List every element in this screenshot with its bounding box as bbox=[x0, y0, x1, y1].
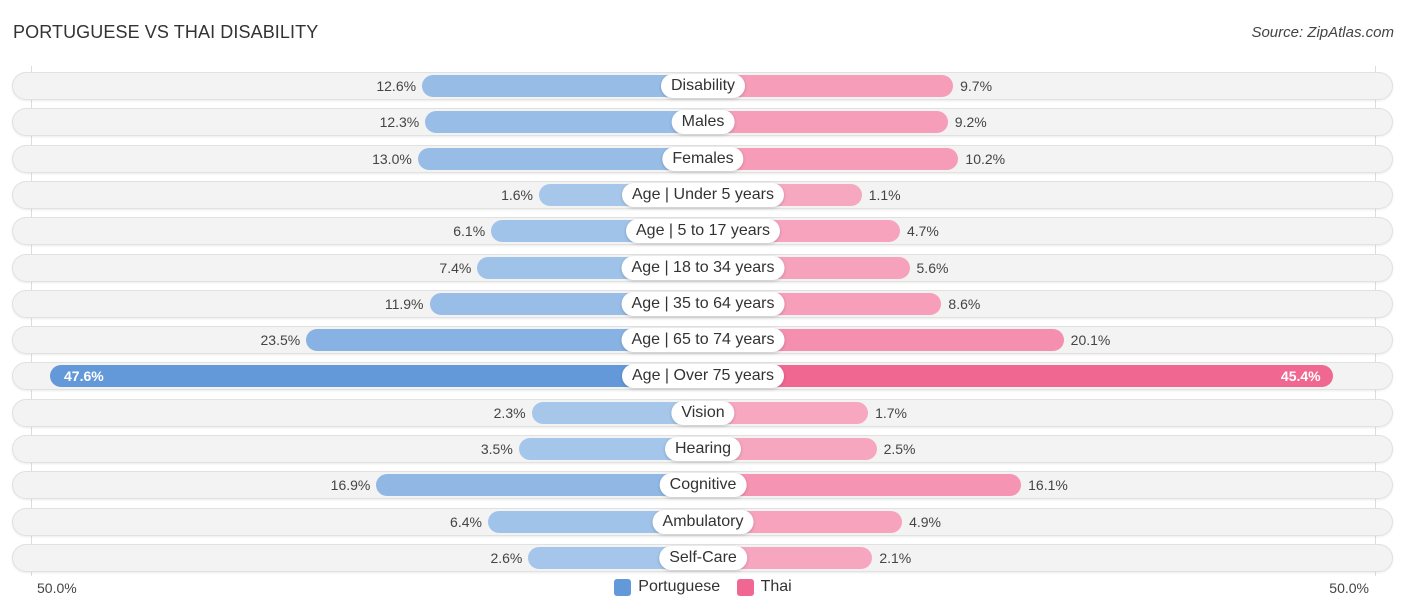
value-label-portuguese: 12.3% bbox=[379, 114, 420, 130]
category-label: Males bbox=[671, 110, 735, 134]
value-label-thai: 5.6% bbox=[916, 260, 949, 276]
bar-portuguese[interactable] bbox=[376, 474, 703, 496]
value-label-thai: 16.1% bbox=[1028, 477, 1068, 493]
bar-portuguese[interactable] bbox=[425, 111, 703, 133]
value-label-thai: 1.1% bbox=[868, 187, 901, 203]
value-label-portuguese: 1.6% bbox=[501, 187, 533, 203]
category-label: Age | 5 to 17 years bbox=[625, 219, 781, 243]
row-vision: 2.3% 1.7% Vision bbox=[12, 399, 1393, 427]
legend-item-thai[interactable]: Thai bbox=[736, 578, 792, 596]
row-ambulatory: 6.4% 4.9% Ambulatory bbox=[12, 508, 1393, 536]
category-label: Age | 35 to 64 years bbox=[621, 292, 785, 316]
right-gridline bbox=[1375, 66, 1376, 576]
value-label-portuguese: 7.4% bbox=[439, 260, 472, 276]
row-females: 13.0% 10.2% Females bbox=[12, 145, 1393, 173]
value-label-thai: 8.6% bbox=[948, 296, 981, 312]
row-age-18-to-34-years: 7.4% 5.6% Age | 18 to 34 years bbox=[12, 254, 1393, 282]
row-males: 12.3% 9.2% Males bbox=[12, 108, 1393, 136]
value-label-portuguese: 3.5% bbox=[480, 441, 513, 457]
legend-label-thai: Thai bbox=[760, 578, 792, 595]
category-label: Disability bbox=[660, 74, 746, 98]
bar-portuguese[interactable] bbox=[417, 148, 703, 170]
row-age-over-75-years: 47.6% 45.4% Age | Over 75 years bbox=[12, 362, 1393, 390]
value-label-portuguese: 2.6% bbox=[490, 550, 523, 566]
value-label-thai: 2.5% bbox=[883, 441, 916, 457]
value-label-thai: 4.9% bbox=[909, 514, 941, 530]
value-label-thai: 4.7% bbox=[906, 223, 939, 239]
value-label-portuguese: 11.9% bbox=[384, 296, 424, 312]
row-cognitive: 16.9% 16.1% Cognitive bbox=[12, 471, 1393, 499]
chart-title: PORTUGUESE VS THAI DISABILITY bbox=[13, 22, 319, 42]
category-label: Hearing bbox=[664, 437, 742, 461]
source-credit: Source: ZipAtlas.com bbox=[1251, 24, 1394, 41]
bar-thai[interactable] bbox=[703, 474, 1022, 496]
value-label-portuguese: 47.6% bbox=[64, 368, 104, 384]
value-label-portuguese: 12.6% bbox=[376, 78, 417, 94]
value-label-portuguese: 6.4% bbox=[450, 514, 482, 530]
category-label: Cognitive bbox=[659, 473, 747, 497]
row-self-care: 2.6% 2.1% Self-Care bbox=[12, 544, 1393, 572]
legend-swatch-thai bbox=[736, 578, 754, 596]
legend-item-portuguese[interactable]: Portuguese bbox=[614, 578, 720, 596]
value-label-thai: 9.7% bbox=[960, 78, 993, 94]
bar-thai[interactable] bbox=[703, 365, 1333, 387]
row-age-65-to-74-years: 23.5% 20.1% Age | 65 to 74 years bbox=[12, 326, 1393, 354]
row-age-5-to-17-years: 6.1% 4.7% Age | 5 to 17 years bbox=[12, 217, 1393, 245]
category-label: Females bbox=[662, 147, 744, 171]
row-age-35-to-64-years: 11.9% 8.6% Age | 35 to 64 years bbox=[12, 290, 1393, 318]
value-label-portuguese: 23.5% bbox=[260, 332, 301, 348]
category-label: Ambulatory bbox=[652, 510, 754, 534]
value-label-portuguese: 2.3% bbox=[493, 405, 526, 421]
row-hearing: 3.5% 2.5% Hearing bbox=[12, 435, 1393, 463]
category-label: Age | 18 to 34 years bbox=[621, 256, 785, 280]
bar-thai[interactable] bbox=[703, 111, 948, 133]
value-label-portuguese: 16.9% bbox=[330, 477, 371, 493]
value-label-thai: 1.7% bbox=[875, 405, 907, 421]
category-label: Self-Care bbox=[659, 546, 747, 570]
category-label: Age | Under 5 years bbox=[621, 183, 785, 207]
row-disability: 12.6% 9.7% Disability bbox=[12, 72, 1393, 100]
category-label: Age | Over 75 years bbox=[622, 364, 784, 388]
legend-label-portuguese: Portuguese bbox=[638, 578, 721, 595]
legend: Portuguese Thai bbox=[0, 578, 1406, 601]
value-label-thai: 45.4% bbox=[1280, 368, 1321, 384]
value-label-thai: 10.2% bbox=[965, 151, 1006, 167]
category-label: Age | 65 to 74 years bbox=[621, 328, 785, 352]
left-gridline bbox=[31, 66, 32, 576]
category-label: Vision bbox=[671, 401, 735, 425]
value-label-portuguese: 6.1% bbox=[453, 223, 486, 239]
legend-swatch-portuguese bbox=[614, 578, 632, 596]
value-label-thai: 20.1% bbox=[1070, 332, 1111, 348]
value-label-thai: 2.1% bbox=[879, 550, 912, 566]
bar-portuguese[interactable] bbox=[50, 365, 703, 387]
row-age-under-5-years: 1.6% 1.1% Age | Under 5 years bbox=[12, 181, 1393, 209]
value-label-portuguese: 13.0% bbox=[372, 151, 412, 167]
value-label-thai: 9.2% bbox=[954, 114, 987, 130]
